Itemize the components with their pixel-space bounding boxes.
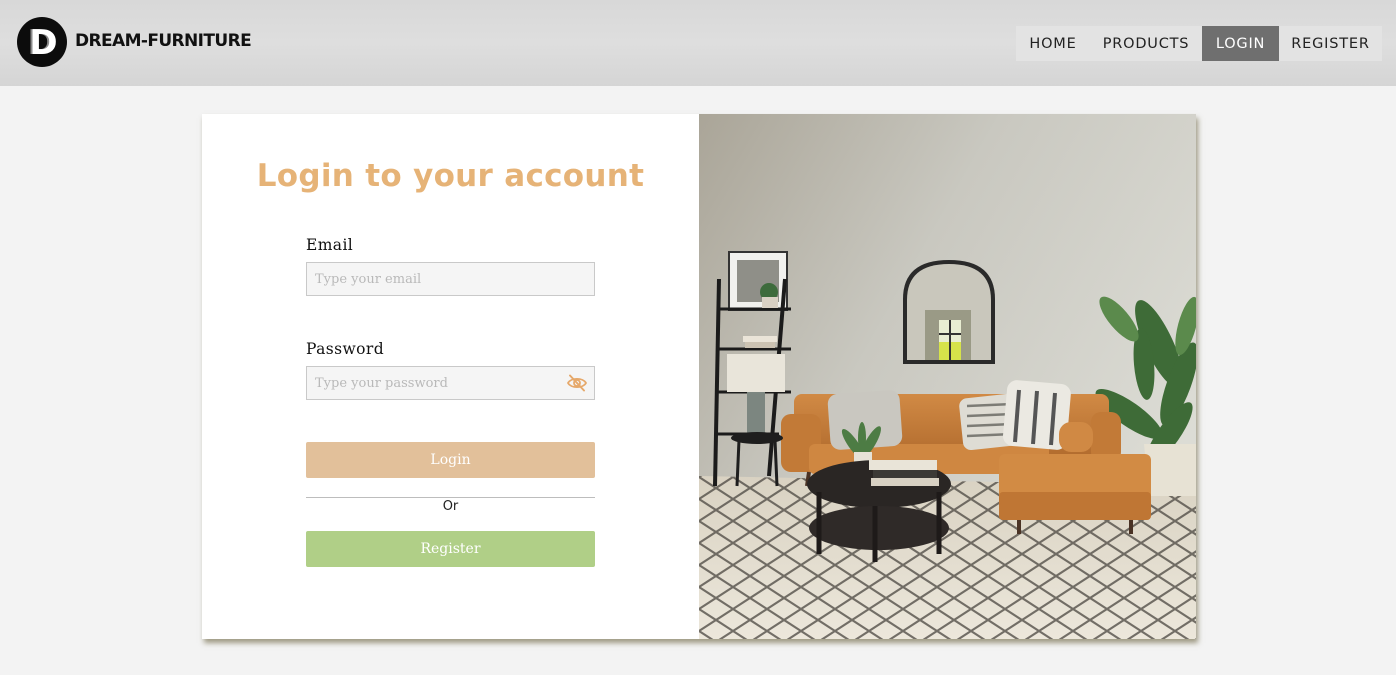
password-field[interactable] xyxy=(306,366,595,400)
nav-register[interactable]: REGISTER xyxy=(1279,26,1382,61)
brand-name[interactable]: DREAM-FURNITURE xyxy=(75,31,252,51)
email-label: Email xyxy=(306,236,354,254)
logo-icon[interactable]: D xyxy=(17,17,67,67)
login-button[interactable]: Login xyxy=(306,442,595,478)
login-form: Login to your account Email Password Log… xyxy=(202,114,699,639)
email-field[interactable] xyxy=(306,262,595,296)
site-header: D DREAM-FURNITURE HOME PRODUCTS LOGIN RE… xyxy=(0,0,1396,86)
nav-home[interactable]: HOME xyxy=(1016,26,1090,61)
nav-login[interactable]: LOGIN xyxy=(1202,26,1279,61)
main-nav: HOME PRODUCTS LOGIN REGISTER xyxy=(1016,26,1382,61)
living-room-illustration xyxy=(699,114,1196,639)
living-room-photo xyxy=(699,114,1196,639)
divider xyxy=(306,497,595,498)
password-label: Password xyxy=(306,340,385,358)
login-card: Login to your account Email Password Log… xyxy=(202,114,1196,639)
logo-letter: D xyxy=(29,22,58,63)
page-title: Login to your account xyxy=(256,158,645,194)
eye-slash-icon[interactable] xyxy=(566,373,588,393)
register-button[interactable]: Register xyxy=(306,531,595,567)
nav-products[interactable]: PRODUCTS xyxy=(1090,26,1202,61)
or-separator: Or xyxy=(442,499,459,514)
